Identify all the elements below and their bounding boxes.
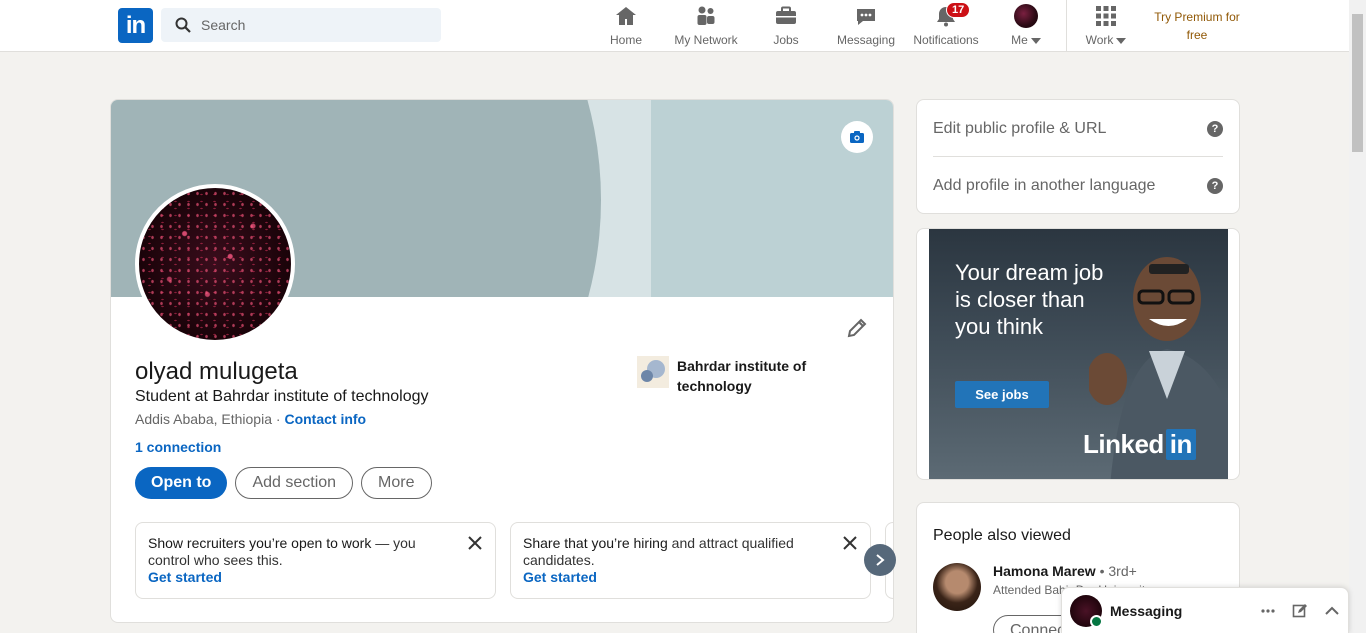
chevron-down-icon bbox=[1116, 37, 1127, 44]
profile-name: olyad mulugeta bbox=[135, 358, 298, 385]
suggestion-text: Share that you’re hiring and attract qua… bbox=[523, 535, 823, 569]
avatar[interactable] bbox=[933, 563, 981, 611]
nav-work[interactable]: Work bbox=[1084, 0, 1128, 52]
compose-message-button[interactable] bbox=[1284, 595, 1316, 627]
nav-messaging[interactable]: Messaging bbox=[836, 0, 896, 52]
home-icon bbox=[616, 7, 636, 25]
more-options-button[interactable] bbox=[1252, 595, 1284, 627]
nav-home[interactable]: Home bbox=[605, 0, 647, 52]
open-to-work-suggestion: Show recruiters you’re open to work — yo… bbox=[135, 522, 496, 599]
people-also-viewed-title: People also viewed bbox=[933, 527, 1071, 544]
edit-banner-button[interactable] bbox=[841, 121, 873, 153]
briefcase-icon bbox=[776, 6, 796, 24]
connections-link[interactable]: 1 connection bbox=[135, 439, 221, 455]
more-button[interactable]: More bbox=[361, 467, 432, 499]
search-box[interactable] bbox=[161, 8, 441, 42]
person-name[interactable]: Hamona Marew bbox=[993, 563, 1096, 579]
messaging-title[interactable]: Messaging bbox=[1110, 603, 1252, 619]
person-name-line: Hamona Marew • 3rd+ bbox=[993, 563, 1151, 579]
edit-public-profile-link[interactable]: Edit public profile & URL ? bbox=[933, 101, 1223, 157]
chevron-down-icon bbox=[1030, 37, 1041, 44]
search-icon bbox=[175, 17, 191, 33]
camera-icon bbox=[850, 131, 864, 143]
profile-settings-card: Edit public profile & URL ? Add profile … bbox=[916, 99, 1240, 214]
school-name: Bahrdar institute of technology bbox=[677, 358, 807, 394]
grid-icon bbox=[1096, 6, 1116, 26]
nav-my-network[interactable]: My Network bbox=[672, 0, 740, 52]
nav-messaging-label: Messaging bbox=[836, 33, 896, 47]
expand-messaging-button[interactable] bbox=[1316, 595, 1348, 627]
profile-card: olyad mulugeta Student at Bahrdar instit… bbox=[110, 99, 894, 623]
nav-me[interactable]: Me bbox=[1009, 0, 1043, 52]
linkedin-logo[interactable]: in bbox=[118, 8, 153, 43]
chat-icon bbox=[857, 9, 875, 25]
contact-info-link[interactable]: Contact info bbox=[284, 411, 366, 427]
hiring-suggestion: Share that you’re hiring and attract qua… bbox=[510, 522, 871, 599]
see-jobs-button[interactable]: See jobs bbox=[955, 381, 1049, 408]
compose-icon bbox=[1292, 603, 1307, 617]
connection-degree: • 3rd+ bbox=[1099, 563, 1137, 579]
close-icon[interactable] bbox=[842, 535, 858, 551]
nav-home-label: Home bbox=[609, 33, 642, 47]
suggestion-text: Show recruiters you’re open to work — yo… bbox=[148, 535, 438, 569]
nav-jobs-label: Jobs bbox=[773, 33, 799, 47]
help-icon[interactable]: ? bbox=[1207, 121, 1223, 137]
open-to-button[interactable]: Open to bbox=[135, 467, 228, 499]
education-summary[interactable]: Bahrdar institute of technology bbox=[637, 356, 817, 396]
profile-location-line: Addis Ababa, Ethiopia · Contact info bbox=[135, 411, 366, 427]
edit-public-profile-label: Edit public profile & URL bbox=[933, 120, 1107, 137]
school-logo bbox=[637, 356, 669, 388]
divider bbox=[933, 156, 1223, 157]
scrollbar-thumb[interactable] bbox=[1352, 14, 1363, 152]
pencil-icon[interactable] bbox=[845, 316, 869, 340]
avatar bbox=[1014, 4, 1038, 28]
bell-icon-wrap: 17 bbox=[934, 2, 971, 28]
add-language-label: Add profile in another language bbox=[933, 177, 1156, 194]
ad-brand-text: Linked bbox=[1083, 429, 1164, 459]
suggestion-carousel: Show recruiters you’re open to work — yo… bbox=[135, 522, 893, 600]
help-icon[interactable]: ? bbox=[1207, 178, 1223, 194]
notification-count-badge: 17 bbox=[946, 2, 971, 18]
avatar bbox=[1070, 594, 1103, 628]
chevron-up-icon bbox=[1325, 606, 1339, 615]
profile-photo[interactable] bbox=[135, 184, 295, 344]
ad-card[interactable]: Your dream job is closer than you think … bbox=[916, 228, 1240, 480]
chevron-right-icon bbox=[876, 554, 885, 566]
nav-work-label-wrap: Work bbox=[1086, 33, 1127, 47]
nav-notifications[interactable]: 17 Notifications bbox=[912, 0, 980, 52]
nav-work-label: Work bbox=[1085, 33, 1114, 47]
nav-me-label-wrap: Me bbox=[1011, 33, 1041, 47]
global-nav: in Home My Network Jobs Messaging 17 Not… bbox=[0, 0, 1349, 52]
separator-dot: · bbox=[275, 411, 281, 427]
profile-actions: Open to Add section More bbox=[135, 467, 432, 499]
get-started-link[interactable]: Get started bbox=[148, 569, 483, 586]
add-section-button[interactable]: Add section bbox=[235, 467, 354, 499]
close-icon[interactable] bbox=[467, 535, 483, 551]
ellipsis-icon bbox=[1261, 608, 1275, 613]
suggestion-title: Show recruiters you’re open to work bbox=[148, 535, 372, 551]
nav-jobs[interactable]: Jobs bbox=[770, 0, 802, 52]
linkedin-ad-logo: Linked in bbox=[1083, 429, 1196, 460]
nav-divider bbox=[1066, 0, 1067, 52]
nav-my-network-label: My Network bbox=[674, 33, 738, 47]
me-avatar-wrap bbox=[1014, 4, 1038, 28]
ad-banner[interactable]: Your dream job is closer than you think … bbox=[929, 229, 1228, 479]
nav-notifications-label: Notifications bbox=[913, 33, 979, 47]
ad-headline: Your dream job is closer than you think bbox=[955, 260, 1104, 339]
get-started-link[interactable]: Get started bbox=[523, 569, 858, 586]
profile-location: Addis Ababa, Ethiopia bbox=[135, 411, 272, 427]
add-language-profile-link[interactable]: Add profile in another language ? bbox=[933, 158, 1223, 213]
carousel-next-button[interactable] bbox=[864, 544, 896, 576]
profile-photo-texture bbox=[139, 188, 291, 340]
messaging-overlay[interactable]: Messaging bbox=[1061, 587, 1349, 633]
network-icon bbox=[697, 6, 715, 25]
nav-me-label: Me bbox=[1011, 33, 1028, 47]
page-scrollbar[interactable] bbox=[1349, 0, 1366, 633]
try-premium-link[interactable]: Try Premium for free bbox=[1148, 8, 1246, 44]
suggestion-title: Share that you’re hiring bbox=[523, 535, 668, 551]
search-input[interactable] bbox=[201, 8, 437, 42]
profile-headline: Student at Bahrdar institute of technolo… bbox=[135, 388, 429, 405]
ad-brand-in: in bbox=[1165, 429, 1196, 460]
